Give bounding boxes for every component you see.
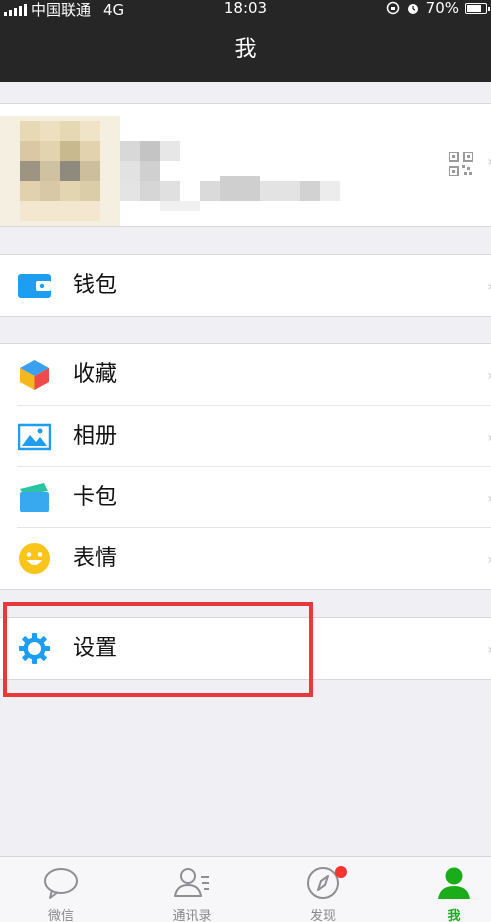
tab-label: 发现 (309, 909, 336, 922)
avatar (0, 116, 360, 226)
menu-item-label: 钱包 (73, 273, 118, 298)
tab-chats[interactable]: 微信 (11, 857, 111, 922)
highlight-box (3, 602, 313, 697)
menu-item-label: 表情 (73, 546, 118, 571)
menu-item-wallet[interactable]: 钱包 › (0, 255, 491, 316)
battery-icon (465, 2, 490, 14)
menu-item-label: 相册 (73, 424, 118, 449)
chevron-right-icon: › (487, 642, 491, 658)
page-title: 我 (0, 18, 491, 82)
profile-card[interactable]: › (0, 103, 491, 227)
chevron-right-icon: › (487, 154, 491, 170)
menu-item-label: 卡包 (73, 485, 118, 510)
card-wallet-icon (20, 483, 49, 512)
rotation-lock-icon (386, 1, 399, 15)
contacts-icon (174, 868, 209, 897)
menu-item-label: 收藏 (73, 362, 118, 387)
menu-item-favorites[interactable]: 收藏 › (0, 344, 491, 405)
chevron-right-icon: › (487, 279, 491, 295)
chevron-right-icon: › (487, 552, 491, 568)
tab-label: 通讯录 (172, 909, 212, 922)
qr-code-icon[interactable] (449, 152, 473, 176)
chevron-right-icon: › (487, 430, 491, 446)
tab-bar: 微信 通讯录 发现 我 (0, 856, 491, 922)
album-photo-icon (18, 423, 51, 451)
person-icon (438, 867, 470, 899)
smiley-face-icon (19, 543, 50, 574)
tab-me[interactable]: 我 (404, 857, 491, 922)
chat-bubble-icon (44, 868, 78, 899)
menu-item-stickers[interactable]: 表情 › (0, 528, 491, 589)
menu-item-cards[interactable]: 卡包 › (0, 467, 491, 528)
menu-item-album[interactable]: 相册 › (0, 406, 491, 467)
chevron-right-icon: › (487, 491, 491, 507)
tab-label: 微信 (47, 909, 74, 922)
wallet-icon (18, 274, 51, 298)
tab-discover[interactable]: 发现 (273, 857, 373, 922)
alarm-icon (407, 4, 418, 14)
favorites-cube-icon (20, 360, 49, 390)
battery-label: 70% (425, 0, 459, 17)
notification-dot (335, 866, 347, 878)
status-bar: 中国联通 4G 18:03 70% (0, 0, 491, 19)
chevron-right-icon: › (487, 368, 491, 384)
tab-label: 我 (447, 909, 461, 922)
tab-contacts[interactable]: 通讯录 (142, 857, 242, 922)
